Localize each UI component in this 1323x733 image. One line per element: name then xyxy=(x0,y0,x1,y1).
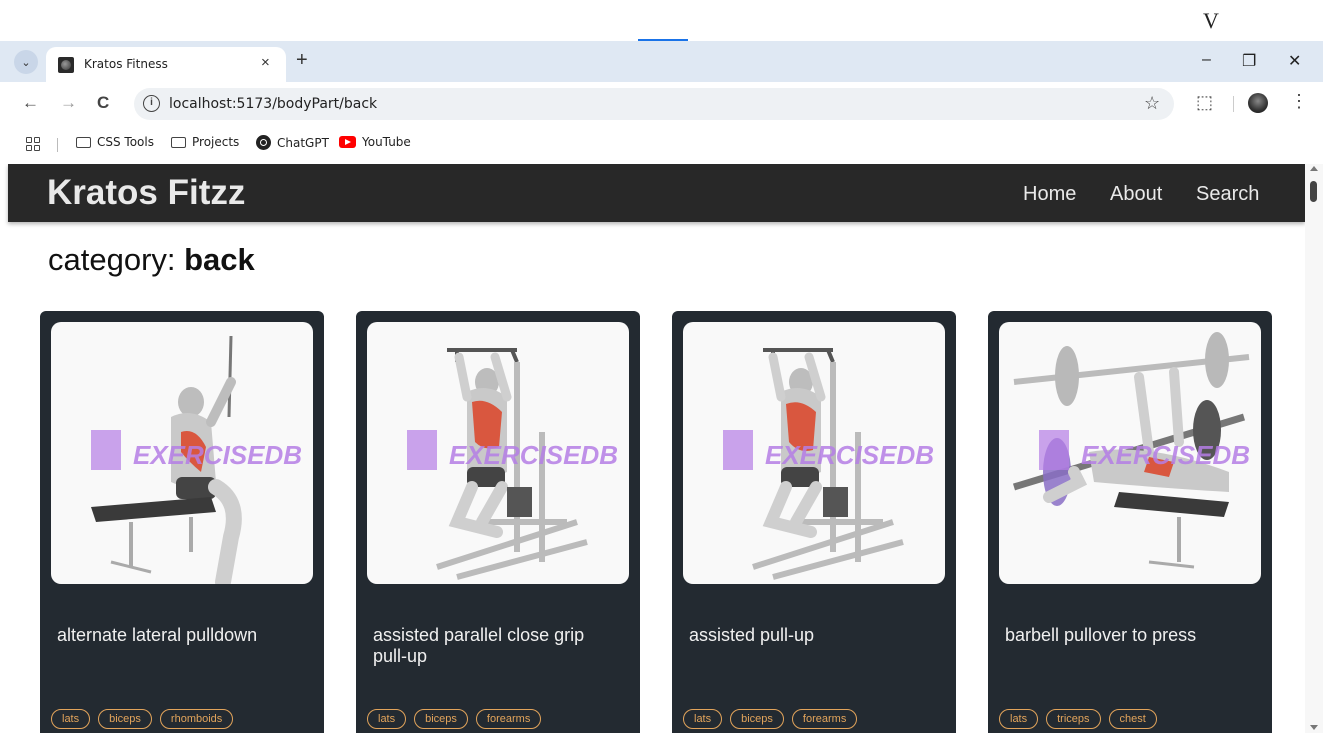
nav-about-link[interactable]: About xyxy=(1110,183,1162,206)
url-input[interactable]: i localhost:5173/bodyPart/back ☆ xyxy=(134,88,1174,120)
exercise-card[interactable]: EXERCISEDB alternate lateral pulldown la… xyxy=(40,311,324,733)
category-heading: category: back xyxy=(48,242,255,278)
youtube-icon xyxy=(339,136,356,148)
muscle-tag[interactable]: lats xyxy=(51,709,91,729)
bookmark-label: ChatGPT xyxy=(277,135,329,150)
top-strip: V xyxy=(0,0,1323,41)
bookmark-projects[interactable]: Projects xyxy=(171,135,239,149)
muscle-tag[interactable]: triceps xyxy=(1046,709,1101,729)
toolbar-divider xyxy=(1233,96,1234,112)
back-arrow-icon[interactable]: ← xyxy=(22,93,39,113)
exercise-image[interactable]: EXERCISEDB xyxy=(367,322,629,584)
scroll-down-icon[interactable] xyxy=(1310,725,1318,730)
tab-search-button[interactable]: ⌄ xyxy=(14,50,38,74)
minimize-button[interactable]: – xyxy=(1202,51,1211,69)
scrollbar-thumb[interactable] xyxy=(1310,181,1317,202)
bookmark-chatgpt[interactable]: ChatGPT xyxy=(256,135,329,150)
muscle-tag[interactable]: biceps xyxy=(730,709,784,729)
tag-list: lats triceps chest xyxy=(999,709,1157,729)
bookmark-label: CSS Tools xyxy=(97,135,154,149)
exercise-name: assisted pull-up xyxy=(689,625,815,645)
category-prefix: category: xyxy=(48,242,185,277)
exercise-name: barbell pullover to press xyxy=(1005,625,1197,645)
bookmarks-divider xyxy=(57,138,58,152)
muscle-tag[interactable]: biceps xyxy=(414,709,468,729)
muscle-tag[interactable]: lats xyxy=(683,709,723,729)
active-tab[interactable]: Kratos Fitness × xyxy=(46,47,286,82)
nav-search-link[interactable]: Search xyxy=(1196,183,1259,206)
exercise-name: assisted parallel close grip pull-up xyxy=(373,625,585,666)
chatgpt-icon xyxy=(256,135,271,150)
bookmark-label: YouTube xyxy=(362,135,411,149)
site-info-icon[interactable]: i xyxy=(143,95,160,112)
top-marker: V xyxy=(1203,8,1219,33)
muscle-tag[interactable]: chest xyxy=(1108,709,1157,729)
site-logo[interactable]: Kratos Fitzz xyxy=(47,173,245,213)
bookmark-css-tools[interactable]: CSS Tools xyxy=(76,135,154,149)
bookmark-star-icon[interactable]: ☆ xyxy=(1144,93,1160,114)
new-tab-button[interactable]: + xyxy=(296,49,308,72)
exercise-card[interactable]: EXERCISEDB barbell pullover to press lat… xyxy=(988,311,1272,733)
muscle-tag[interactable]: biceps xyxy=(98,709,152,729)
muscle-tag[interactable]: lats xyxy=(999,709,1039,729)
muscle-tag[interactable]: forearms xyxy=(475,709,542,729)
muscle-tag[interactable]: lats xyxy=(367,709,407,729)
folder-icon xyxy=(76,136,91,148)
category-name: back xyxy=(184,242,255,277)
tab-bar: ⌄ Kratos Fitness × + – ❐ ✕ xyxy=(0,41,1323,82)
url-text: localhost:5173/bodyPart/back xyxy=(169,96,378,112)
muscle-tag[interactable]: rhomboids xyxy=(159,709,234,729)
watermark-text: EXERCISEDB xyxy=(765,440,934,470)
bookmarks-bar: CSS Tools Projects ChatGPT YouTube xyxy=(0,126,1323,164)
profile-avatar[interactable] xyxy=(1248,93,1268,113)
exercise-image[interactable]: EXERCISEDB xyxy=(683,322,945,584)
tab-close-icon[interactable]: × xyxy=(261,54,270,71)
watermark-text: EXERCISEDB xyxy=(1081,440,1250,470)
tag-list: lats biceps rhomboids xyxy=(51,709,234,729)
scroll-up-icon[interactable] xyxy=(1310,166,1318,171)
restore-button[interactable]: ❐ xyxy=(1242,51,1256,71)
watermark-text: EXERCISEDB xyxy=(133,440,302,470)
tag-list: lats biceps forearms xyxy=(367,709,542,729)
page-scrollbar[interactable] xyxy=(1305,164,1323,733)
watermark-text: EXERCISEDB xyxy=(449,440,618,470)
exercise-image[interactable]: EXERCISEDB xyxy=(999,322,1261,584)
muscle-tag[interactable]: forearms xyxy=(791,709,858,729)
folder-icon xyxy=(171,136,186,148)
exercise-card[interactable]: EXERCISEDB assisted pull-up lats biceps … xyxy=(672,311,956,733)
extensions-icon[interactable]: ⬚ xyxy=(1196,92,1213,113)
exercise-name: alternate lateral pulldown xyxy=(57,625,258,645)
site-favicon-icon xyxy=(58,57,74,73)
bookmark-label: Projects xyxy=(192,135,240,149)
reload-icon[interactable]: C xyxy=(97,93,109,113)
browser-menu-icon[interactable]: ⋮ xyxy=(1290,91,1308,112)
nav-home-link[interactable]: Home xyxy=(1023,183,1076,206)
site-navbar: Kratos Fitzz Home About Search xyxy=(8,164,1305,222)
tab-title: Kratos Fitness xyxy=(84,57,168,71)
exercise-card[interactable]: EXERCISEDB assisted parallel close grip … xyxy=(356,311,640,733)
forward-arrow-icon[interactable]: → xyxy=(60,93,77,113)
page-viewport: Kratos Fitzz Home About Search category:… xyxy=(0,164,1323,733)
apps-grid-icon[interactable] xyxy=(26,137,40,151)
close-window-button[interactable]: ✕ xyxy=(1288,51,1301,71)
tag-list: lats biceps forearms xyxy=(683,709,858,729)
bookmark-youtube[interactable]: YouTube xyxy=(339,135,411,149)
address-bar-row: ← → C i localhost:5173/bodyPart/back ☆ ⬚… xyxy=(0,82,1323,126)
exercise-image[interactable]: EXERCISEDB xyxy=(51,322,313,584)
